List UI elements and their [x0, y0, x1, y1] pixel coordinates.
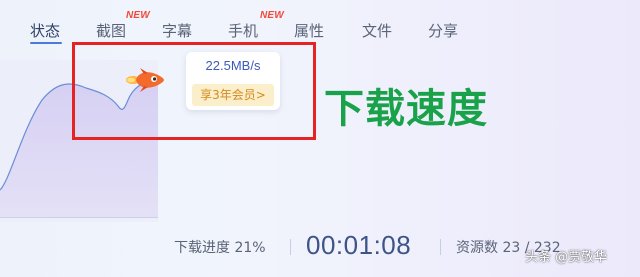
divider	[440, 239, 441, 255]
elapsed-time: 00:01:08	[306, 230, 412, 260]
tab-subtitles-label: 字幕	[162, 22, 193, 40]
watermark: 头条 @贾敬华	[525, 250, 608, 265]
tab-subtitles[interactable]: 字幕	[162, 20, 192, 41]
divider	[290, 239, 291, 255]
new-badge: NEW	[126, 10, 150, 21]
active-tab-indicator	[30, 42, 62, 44]
graph-baseline	[0, 217, 158, 218]
tab-properties-label: 属性	[294, 22, 325, 40]
tab-files-label: 文件	[362, 22, 393, 40]
tab-screenshot[interactable]: 截图	[96, 20, 126, 41]
annotation-label: 下载速度	[324, 86, 488, 132]
tab-status-label: 状态	[30, 22, 61, 40]
tab-phone[interactable]: 手机	[228, 20, 258, 41]
tab-status[interactable]: 状态	[30, 20, 62, 44]
highlight-box	[72, 42, 316, 140]
download-progress: 下载进度 21%	[174, 240, 266, 256]
tab-share-label: 分享	[428, 22, 459, 40]
tab-share[interactable]: 分享	[428, 20, 458, 41]
tab-screenshot-label: 截图	[96, 22, 127, 40]
tab-phone-label: 手机	[228, 22, 259, 40]
tab-properties[interactable]: 属性	[294, 20, 324, 41]
new-badge: NEW	[260, 10, 284, 21]
tab-files[interactable]: 文件	[362, 20, 392, 41]
